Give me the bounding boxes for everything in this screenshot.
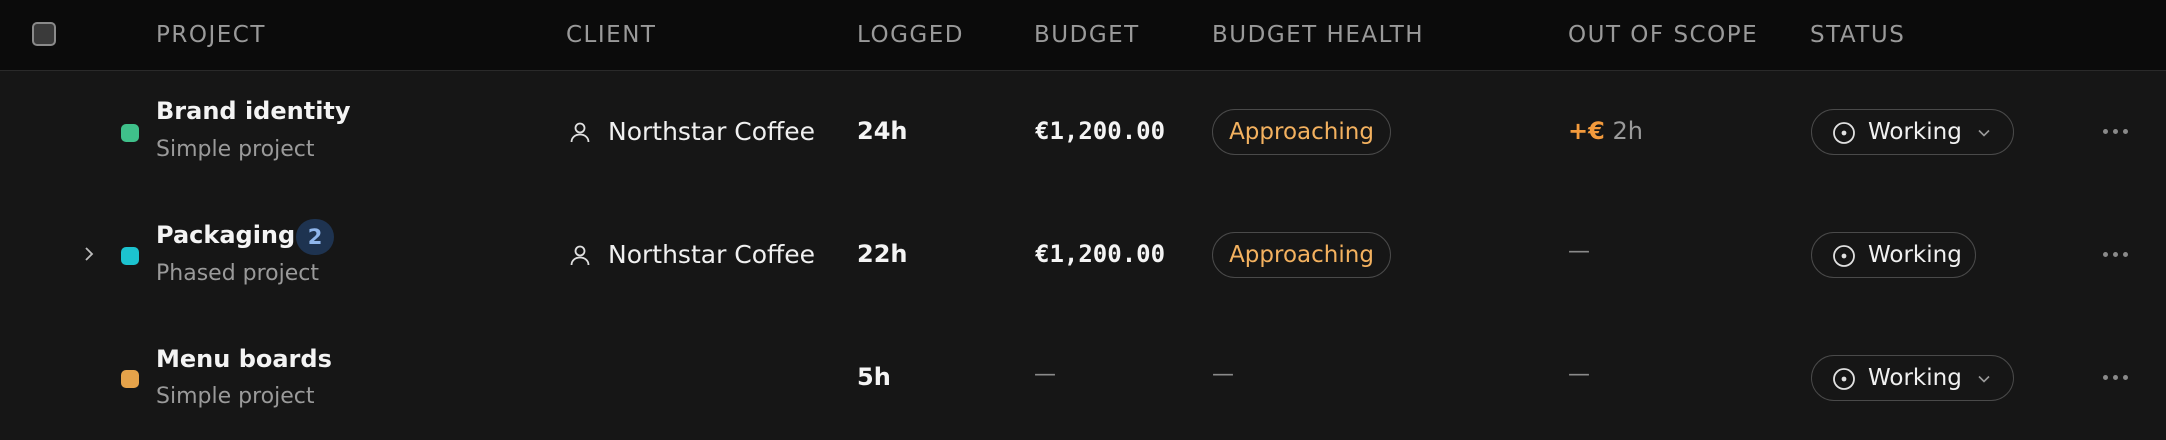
project-color-dot bbox=[121, 124, 139, 142]
project-name[interactable]: Brand identity bbox=[156, 97, 351, 125]
phase-count-badge: 2 bbox=[296, 219, 334, 255]
clock-icon bbox=[1833, 122, 1855, 144]
chevron-down-icon bbox=[1978, 129, 1990, 137]
out-of-scope-value: — bbox=[1568, 362, 1590, 387]
column-header-client[interactable]: CLIENT bbox=[566, 0, 656, 70]
column-header-budget-health[interactable]: BUDGET HEALTH bbox=[1212, 0, 1424, 70]
column-header-project[interactable]: PROJECT bbox=[156, 0, 266, 70]
out-of-scope-value: +€ 2h bbox=[1568, 117, 1643, 145]
project-type: Simple project bbox=[156, 137, 315, 162]
status-label: Working bbox=[1868, 242, 1962, 268]
out-of-scope-amount: +€ bbox=[1568, 117, 1605, 145]
project-type: Phased project bbox=[156, 261, 320, 286]
project-name[interactable]: Packaging bbox=[156, 221, 295, 249]
user-icon bbox=[570, 122, 590, 143]
table-row[interactable]: Packaging 2 Phased project Northstar Cof… bbox=[0, 195, 2166, 320]
client-name: Northstar Coffee bbox=[608, 240, 816, 269]
clock-icon bbox=[1833, 368, 1855, 390]
out-of-scope-hours: 2h bbox=[1612, 117, 1643, 145]
project-name[interactable]: Menu boards bbox=[156, 345, 332, 373]
budget-amount: — bbox=[1034, 362, 1056, 387]
budget-amount: €1,200.00 bbox=[1035, 117, 1166, 145]
status-dropdown[interactable]: Working bbox=[1811, 355, 2014, 401]
budget-health-badge: Approaching bbox=[1212, 232, 1391, 278]
clock-icon bbox=[1833, 245, 1855, 267]
chevron-right-icon[interactable] bbox=[80, 245, 98, 263]
column-header-budget[interactable]: BUDGET bbox=[1034, 0, 1140, 70]
logged-hours: 22h bbox=[857, 240, 908, 268]
more-options-icon[interactable] bbox=[2103, 375, 2131, 383]
logged-hours: 24h bbox=[857, 117, 908, 145]
project-color-dot bbox=[121, 370, 139, 388]
out-of-scope-value: — bbox=[1568, 239, 1590, 264]
chevron-down-icon bbox=[1978, 375, 1990, 383]
client-name: Northstar Coffee bbox=[608, 117, 816, 146]
project-type: Simple project bbox=[156, 384, 315, 409]
budget-health-badge: Approaching bbox=[1212, 109, 1391, 155]
more-options-icon[interactable] bbox=[2103, 252, 2131, 260]
table-header: PROJECT CLIENT LOGGED BUDGET BUDGET HEAL… bbox=[0, 0, 2166, 71]
column-header-status[interactable]: STATUS bbox=[1810, 0, 1905, 70]
budget-amount: €1,200.00 bbox=[1035, 240, 1166, 268]
more-options-icon[interactable] bbox=[2103, 129, 2131, 137]
select-all-checkbox[interactable] bbox=[32, 22, 56, 46]
project-color-dot bbox=[121, 247, 139, 265]
table-row[interactable]: Menu boards Simple project 5h — — — Work… bbox=[0, 319, 2166, 440]
status-label: Working bbox=[1868, 119, 1962, 145]
column-header-out-of-scope[interactable]: OUT OF SCOPE bbox=[1568, 0, 1758, 70]
column-header-logged[interactable]: LOGGED bbox=[857, 0, 964, 70]
status-label: Working bbox=[1868, 365, 1962, 391]
status-dropdown[interactable]: Working bbox=[1811, 109, 2014, 155]
status-badge[interactable]: Working bbox=[1811, 232, 1976, 278]
user-icon bbox=[570, 245, 590, 266]
logged-hours: 5h bbox=[857, 363, 891, 391]
table-row[interactable]: Brand identity Simple project Northstar … bbox=[0, 71, 2166, 196]
budget-health-value: — bbox=[1212, 362, 1234, 387]
projects-table: PROJECT CLIENT LOGGED BUDGET BUDGET HEAL… bbox=[0, 0, 2166, 440]
